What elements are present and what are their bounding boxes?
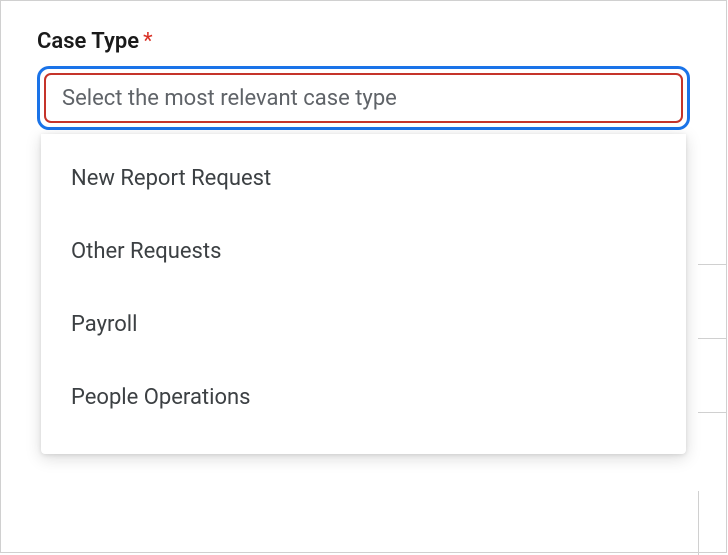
case-type-select-container: Select the most relevant case type New R…	[37, 66, 690, 130]
background-divider	[698, 338, 726, 339]
background-divider	[698, 264, 726, 265]
form-field-container: Case Type* Select the most relevant case…	[1, 1, 726, 158]
dropdown-option-people-operations[interactable]: People Operations	[41, 361, 686, 434]
dropdown-option-new-report-request[interactable]: New Report Request	[41, 142, 686, 215]
case-type-select[interactable]: Select the most relevant case type	[37, 66, 690, 130]
background-divider	[698, 491, 699, 555]
case-type-label: Case Type	[37, 29, 139, 54]
required-indicator: *	[143, 29, 152, 54]
case-type-select-inner: Select the most relevant case type	[44, 73, 683, 123]
dropdown-option-other-requests[interactable]: Other Requests	[41, 215, 686, 288]
select-placeholder-text: Select the most relevant case type	[62, 86, 397, 111]
dropdown-option-payroll[interactable]: Payroll	[41, 288, 686, 361]
case-type-dropdown-panel: New Report Request Other Requests Payrol…	[41, 134, 686, 454]
background-divider	[698, 412, 726, 413]
